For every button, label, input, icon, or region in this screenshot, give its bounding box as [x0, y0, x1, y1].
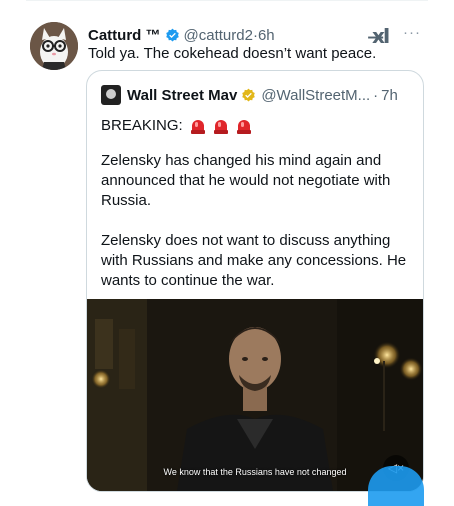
gold-verified-badge-icon — [241, 88, 256, 103]
quote-author-name[interactable]: Wall Street Mav — [127, 87, 237, 104]
author-handle[interactable]: @catturd2 — [184, 27, 253, 44]
breaking-line: BREAKING: — [101, 117, 252, 134]
author-name[interactable]: Catturd ™ — [88, 27, 161, 44]
quote-author-handle[interactable]: @WallStreetM... — [261, 87, 370, 104]
breaking-label: BREAKING: — [101, 117, 183, 134]
video-frame — [87, 299, 423, 491]
quote-separator-dot: · — [373, 86, 379, 104]
quote-paragraph-1: Zelensky has changed his mind again and … — [101, 152, 391, 209]
floating-action-button[interactable] — [368, 466, 424, 506]
tweet-text: Told ya. The cokehead doesn’t want peace… — [88, 45, 377, 62]
quote-time[interactable]: 7h — [381, 87, 398, 104]
police-siren-icon — [190, 118, 206, 134]
verified-badge-icon — [165, 28, 180, 43]
quote-author-avatar[interactable] — [101, 85, 121, 105]
author-avatar[interactable] — [30, 22, 78, 70]
police-siren-icon — [213, 118, 229, 134]
video-player[interactable]: We know that the Russians have not chang… — [87, 299, 423, 491]
cat-avatar-icon — [30, 22, 78, 70]
more-options-icon[interactable]: ··· — [403, 24, 421, 41]
tweet-time[interactable]: 6h — [258, 27, 275, 44]
quote-paragraph-2: Zelensky does not want to discuss anythi… — [101, 232, 407, 289]
quote-header: Wall Street Mav @WallStreetM... · 7h — [101, 85, 413, 105]
quoted-tweet[interactable]: Wall Street Mav @WallStreetM... · 7h BRE… — [86, 70, 424, 492]
police-siren-icon — [236, 118, 252, 134]
divider — [26, 0, 428, 1]
